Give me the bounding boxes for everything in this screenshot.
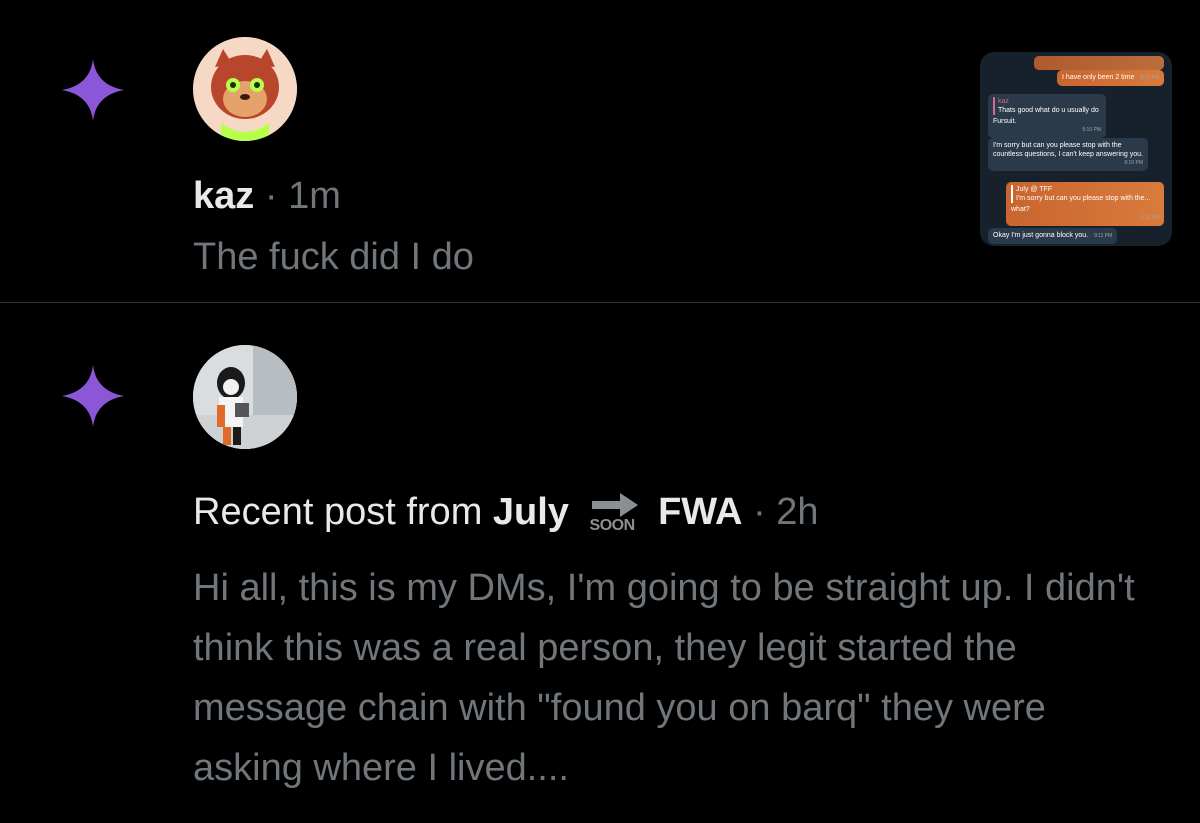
sparkle-icon [62,365,124,427]
chat-bubble-faded [1034,56,1164,70]
chat-bubble-in: Okay I'm just gonna block you. 9:11 PM [988,228,1118,244]
display-name-part2[interactable]: FWA [658,491,742,533]
notification-text: The fuck did I do [193,236,474,278]
chat-bubble-out: I have only been 2 time 9:07 PM [1057,70,1164,86]
timestamp[interactable]: 2h [776,491,818,533]
notification-item-recent-post[interactable]: Recent post from July SOON FWA · 2h Hi a… [0,303,1200,823]
avatar[interactable] [193,37,297,141]
avatar[interactable] [193,345,297,449]
display-name-part1[interactable]: July [493,491,569,533]
soon-arrow-emoji: SOON [584,489,644,539]
separator-dot: · [264,175,278,217]
chat-bubble-out: July @ TFF I'm sorry but can you please … [1006,182,1164,226]
media-thumbnail[interactable]: I have only been 2 time 9:07 PM kaz That… [980,52,1172,246]
timestamp[interactable]: 1m [288,175,341,217]
post-prefix: Recent post from [193,491,493,534]
chat-bubble-in: kaz Thats good what do u usually do Furs… [988,94,1106,138]
notification-item-kaz[interactable]: kaz · 1m The fuck did I do I have only b… [0,0,1200,303]
username[interactable]: kaz [193,175,254,217]
chat-bubble-in: I'm sorry but can you please stop with t… [988,138,1148,171]
sparkle-icon [62,59,124,121]
separator-dot: · [753,491,766,534]
post-preview-text: Hi all, this is my DMs, I'm going to be … [193,567,1135,789]
